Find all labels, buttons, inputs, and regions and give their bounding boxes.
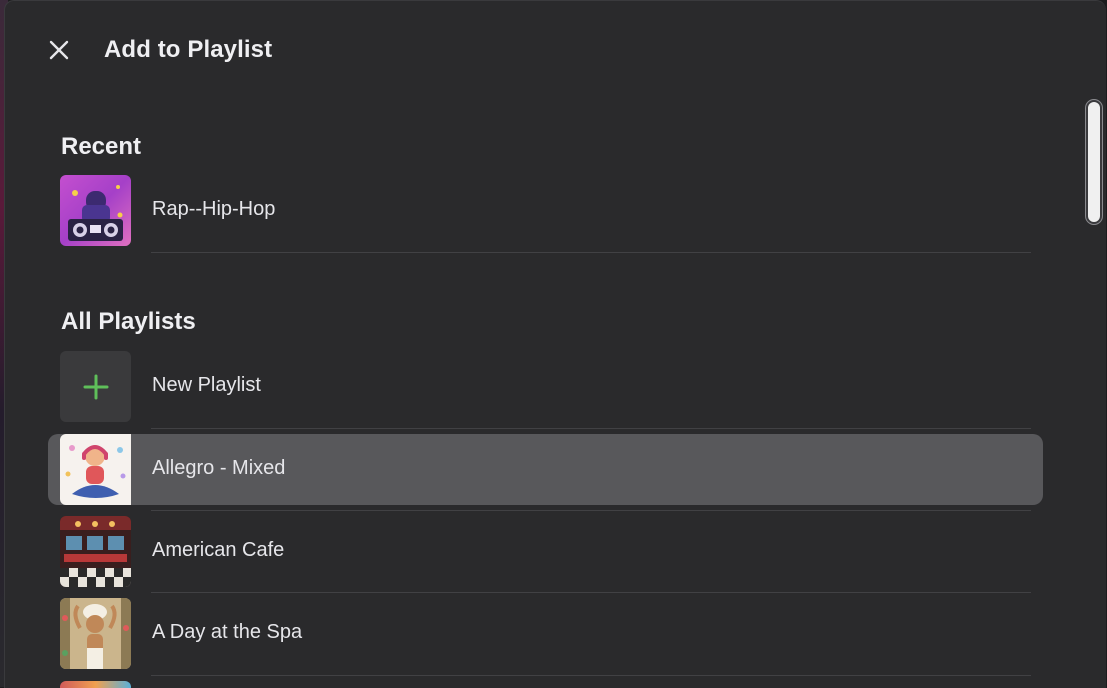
divider [151,592,1031,593]
divider [151,252,1031,253]
divider [151,675,1031,676]
add-to-playlist-dialog: Add to Playlist Recent Rap--Hip-Hop All … [4,0,1106,688]
hiphop-artwork [60,175,131,246]
playlist-name: Allegro - Mixed [152,457,286,479]
plus-icon [83,374,108,399]
dialog-title: Add to Playlist [104,36,273,63]
meditation-artwork [60,434,131,505]
playlist-name: American Cafe [152,539,285,561]
recent-playlist-row[interactable]: Rap--Hip-Hop [48,175,1043,246]
close-button[interactable] [43,34,75,66]
playlist-name: Rap--Hip-Hop [152,198,276,220]
new-playlist-tile [60,351,131,422]
scrollbar-thumb[interactable] [1088,102,1100,222]
new-playlist-label: New Playlist [152,374,261,396]
diner-artwork [60,516,131,587]
playlist-row-day-at-the-spa[interactable]: A Day at the Spa [48,598,1043,669]
playlist-row-allegro-mixed[interactable]: Allegro - Mixed [48,434,1043,505]
divider [151,428,1031,429]
all-playlists-section-header: All Playlists [61,308,196,335]
divider [151,510,1031,511]
spa-artwork [60,598,131,669]
recent-section-header: Recent [61,133,142,160]
scrollbar[interactable] [1085,99,1103,225]
playlist-row-american-cafe[interactable]: American Cafe [48,516,1043,587]
close-icon [49,40,69,60]
new-playlist-row[interactable]: New Playlist [48,351,1043,422]
playlist-name: A Day at the Spa [152,621,303,643]
